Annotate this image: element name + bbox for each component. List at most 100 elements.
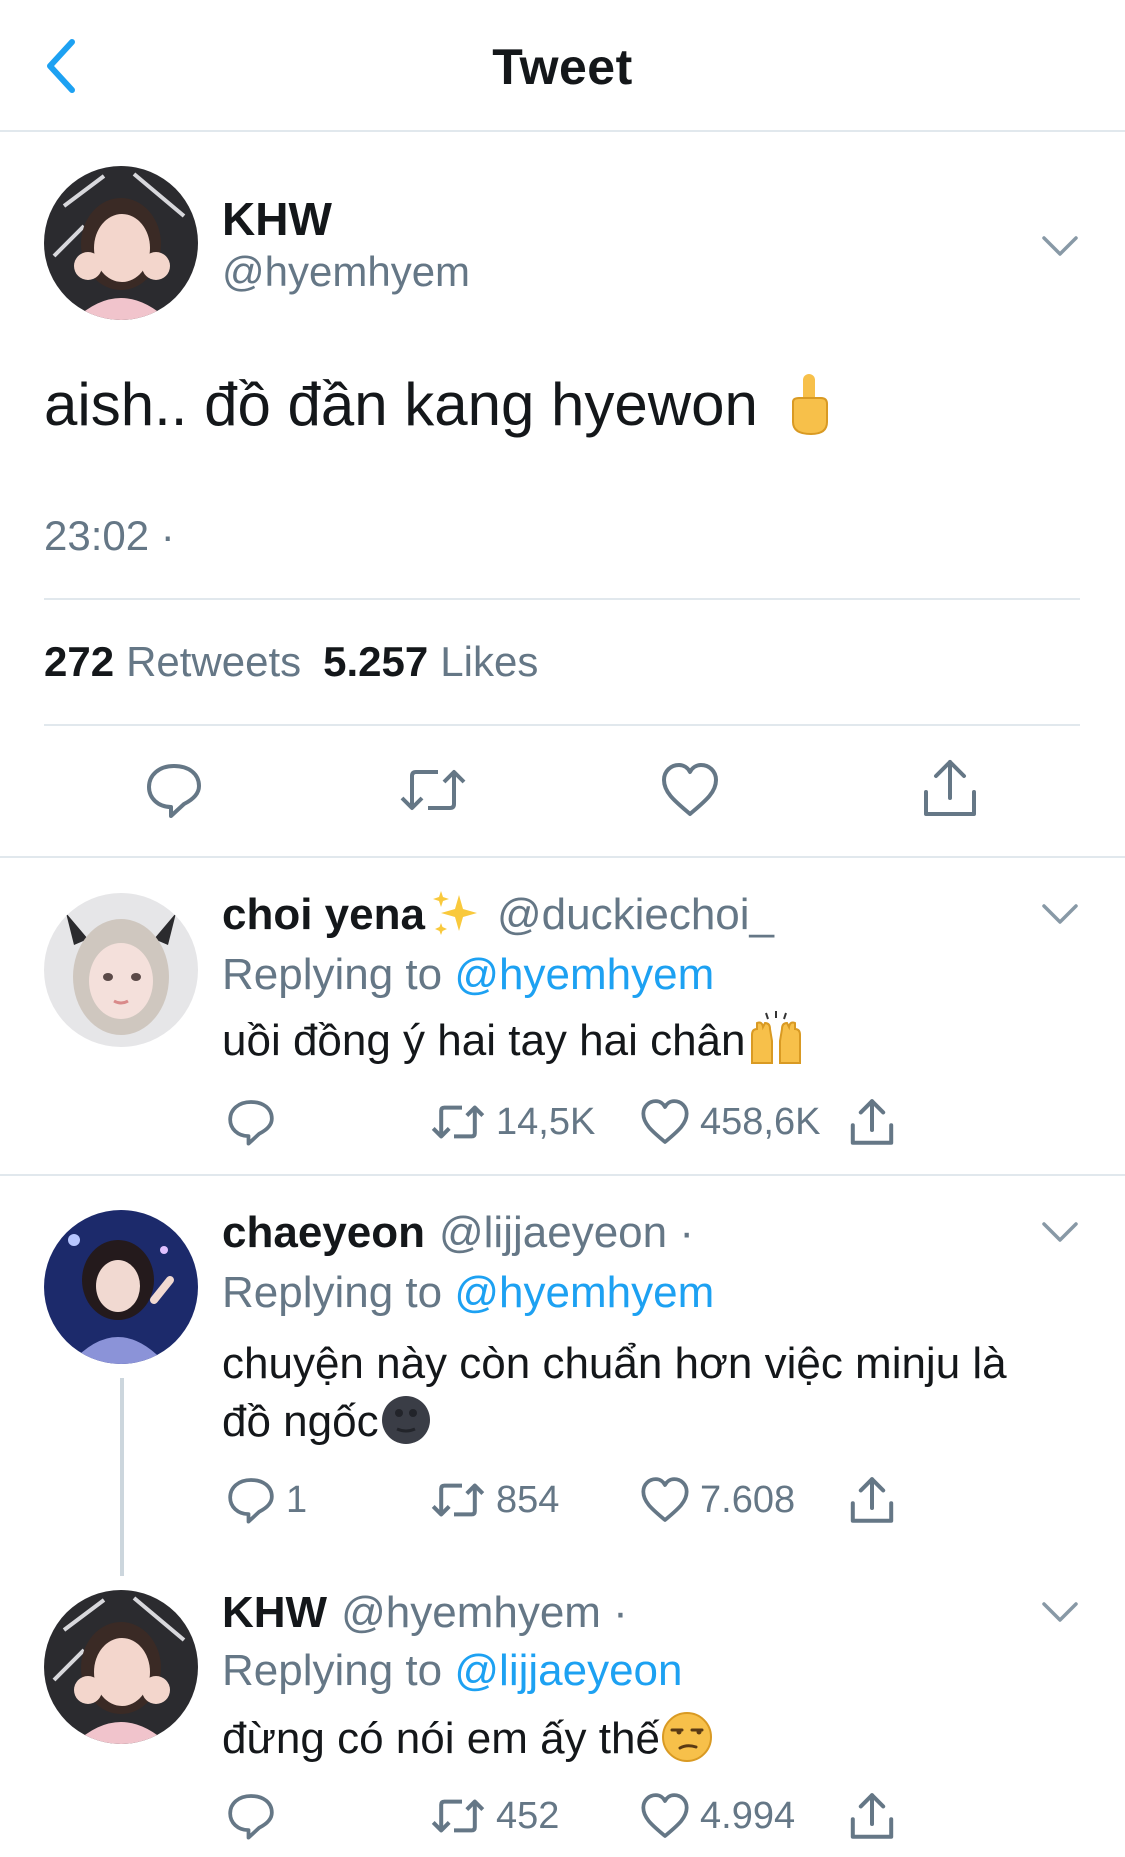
- replying-label: Replying to: [222, 950, 443, 999]
- reply-count: 1: [286, 1478, 308, 1521]
- author-handle[interactable]: @duckiechoi_: [497, 890, 774, 939]
- retweet-icon: [431, 1799, 485, 1833]
- reply-button[interactable]: [226, 1786, 286, 1846]
- tweet-timestamp: 23:02 ·: [44, 512, 175, 559]
- reply-text-line: chuyện này còn chuẩn hơn việc minju là: [222, 1339, 1007, 1388]
- retweet-button[interactable]: [398, 760, 468, 820]
- avatar[interactable]: [44, 1590, 198, 1744]
- reply-text: uồi đồng ý hai tay hai chân: [222, 1011, 1082, 1070]
- likes-count: 5.257: [323, 638, 429, 685]
- divider: [44, 598, 1080, 600]
- reply-icon: [228, 1478, 274, 1524]
- retweet-icon: [431, 1105, 485, 1139]
- chevron-down-icon[interactable]: [1040, 900, 1080, 928]
- author-name[interactable]: KHW: [222, 1588, 327, 1637]
- reply-icon: [228, 1100, 274, 1146]
- engagement-stats: 272 Retweets 5.257 Likes: [44, 638, 538, 686]
- divider: [0, 1174, 1125, 1176]
- chevron-down-icon[interactable]: [1040, 1218, 1080, 1246]
- page-title: Tweet: [492, 39, 633, 95]
- sparkles-emoji: [432, 891, 477, 936]
- reply-button[interactable]: [226, 1092, 286, 1152]
- avatar[interactable]: [44, 1210, 198, 1364]
- reply-actions: 452 4.994: [0, 1786, 1125, 1846]
- like-icon: [662, 763, 718, 816]
- share-button[interactable]: [848, 1470, 906, 1530]
- tweet-text: aish.. đồ đần kang hyewon: [44, 370, 833, 439]
- mention-link[interactable]: @hyemhyem: [454, 950, 714, 999]
- reply-actions: 1 854 7.608: [0, 1470, 1125, 1530]
- unamused-face-emoji: [661, 1712, 712, 1763]
- like-button[interactable]: 4.994: [640, 1786, 795, 1846]
- replying-to: Replying to @lijjaeyeon: [222, 1646, 683, 1696]
- likes-label: Likes: [440, 638, 539, 685]
- retweet-button[interactable]: 452: [430, 1786, 559, 1846]
- retweet-button[interactable]: 14,5K: [430, 1092, 595, 1152]
- reply-text-body: uồi đồng ý hai tay hai chân: [222, 1016, 746, 1065]
- reply-icon: [147, 764, 201, 818]
- replying-label: Replying to: [222, 1646, 443, 1695]
- divider: [44, 724, 1080, 726]
- replying-label: Replying to: [222, 1268, 443, 1317]
- like-button[interactable]: [660, 760, 720, 820]
- share-button[interactable]: [848, 1092, 906, 1152]
- avatar-photo: [44, 1590, 198, 1744]
- mention-link[interactable]: @lijjaeyeon: [454, 1646, 682, 1695]
- mention-link[interactable]: @hyemhyem: [454, 1268, 714, 1317]
- replying-to: Replying to @hyemhyem: [222, 950, 714, 1000]
- like-icon: [641, 1099, 689, 1144]
- author-handle[interactable]: @hyemhyem ·: [341, 1588, 628, 1637]
- divider: [0, 856, 1125, 858]
- author-name[interactable]: KHW: [222, 192, 332, 246]
- retweet-icon: [431, 1483, 485, 1517]
- share-button[interactable]: [920, 756, 980, 820]
- avatar-photo: [44, 166, 198, 320]
- tweet-text-body: aish.. đồ đần kang hyewon: [44, 371, 758, 438]
- retweets-label: Retweets: [126, 638, 302, 685]
- reply-text-body: đồ ngốc: [222, 1397, 379, 1446]
- reply-text: chuyện này còn chuẩn hơn việc minju là đ…: [222, 1335, 1082, 1451]
- share-icon: [850, 1099, 894, 1145]
- like-button[interactable]: 458,6K: [640, 1092, 820, 1152]
- retweets-count: 272: [44, 638, 115, 685]
- reply-button[interactable]: 1: [226, 1470, 307, 1530]
- avatar[interactable]: [44, 166, 198, 320]
- likes-stat[interactable]: 5.257 Likes: [323, 638, 538, 685]
- avatar-photo: [44, 893, 198, 1047]
- author-name[interactable]: chaeyeon: [222, 1208, 425, 1257]
- chevron-down-icon[interactable]: [1040, 1598, 1080, 1626]
- reply-actions: 14,5K 458,6K: [0, 1092, 1125, 1152]
- new-moon-face-emoji: [381, 1396, 430, 1445]
- retweets-stat[interactable]: 272 Retweets: [44, 638, 301, 685]
- avatar[interactable]: [44, 893, 198, 1047]
- author-handle[interactable]: @hyemhyem: [222, 248, 470, 296]
- share-button[interactable]: [848, 1786, 906, 1846]
- replying-to: Replying to @hyemhyem: [222, 1268, 714, 1318]
- avatar-photo: [44, 1210, 198, 1364]
- retweet-count: 854: [496, 1478, 560, 1521]
- like-count: 458,6K: [700, 1100, 821, 1143]
- retweet-button[interactable]: 854: [430, 1470, 559, 1530]
- reply-header: chaeyeon @lijjaeyeon ·: [222, 1208, 694, 1258]
- like-icon: [641, 1477, 689, 1522]
- reply-header: choi yena @duckiechoi_: [222, 890, 774, 940]
- reply-icon: [228, 1794, 274, 1840]
- share-icon: [850, 1477, 894, 1523]
- author-handle[interactable]: @lijjaeyeon ·: [439, 1208, 694, 1257]
- like-icon: [641, 1793, 689, 1838]
- middle-finger-emoji: [791, 374, 828, 436]
- author-name[interactable]: choi yena: [222, 890, 425, 939]
- retweet-icon: [400, 770, 466, 810]
- reply-text-body: đừng có nói em ấy thế: [222, 1714, 660, 1763]
- like-button[interactable]: 7.608: [640, 1470, 795, 1530]
- share-icon: [850, 1793, 894, 1839]
- reply-text: đừng có nói em ấy thế: [222, 1710, 1082, 1768]
- chevron-down-icon[interactable]: [1040, 232, 1080, 260]
- reply-button[interactable]: [144, 760, 204, 820]
- like-count: 7.608: [700, 1478, 796, 1521]
- reply-header: KHW @hyemhyem ·: [222, 1588, 628, 1638]
- like-count: 4.994: [700, 1794, 796, 1837]
- retweet-count: 14,5K: [496, 1100, 596, 1143]
- top-bar: Tweet: [0, 0, 1125, 132]
- raising-hands-emoji: [750, 1011, 801, 1065]
